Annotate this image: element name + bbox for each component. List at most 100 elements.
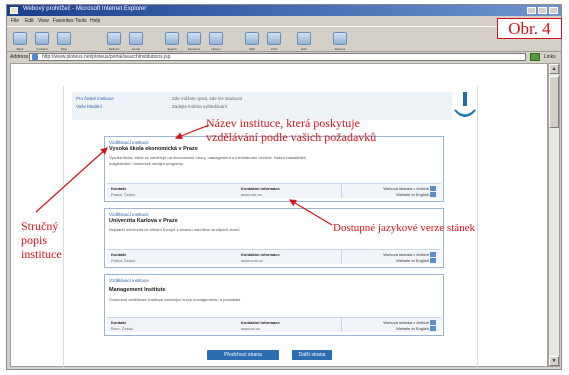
search-label: Search [167,47,177,51]
card-type: Vzdělávací instituce [109,278,149,283]
minimize-icon[interactable] [527,7,536,14]
institution-name[interactable]: Management Institute [109,287,166,293]
header-desc-1: Zde můžete zjistit, kde lze studovat [172,96,243,101]
header-link-institutions[interactable]: Pro české instituce [76,96,114,101]
links-button[interactable]: Links [544,54,556,60]
card-type: Vzdělávací instituce [109,140,149,145]
lang-link-cz[interactable]: Webová stránka v češtině [383,320,429,325]
language-versions: Webová stránka v češtině Website in Engl… [341,318,439,332]
language-versions: Webová stránka v češtině Website in Engl… [341,184,439,198]
toolbar: Back Forward Stop Refresh Home Search Fa… [7,26,561,52]
card-info-row: Kontakt Brno, Česko Kontaktní informace … [107,317,441,332]
search-icon[interactable] [165,32,179,45]
home-icon[interactable] [129,32,143,45]
contact-info-value[interactable]: www.mi.cz [241,326,260,331]
forward-icon[interactable] [35,32,49,45]
contact-value: Praha, Česko [111,192,136,197]
contact-header: Kontakt [111,186,126,191]
vertical-scrollbar[interactable]: ▲ ▼ [548,63,560,367]
flag-cz-icon [430,320,436,325]
scroll-up-icon[interactable]: ▲ [549,64,559,74]
menu-tools[interactable]: Tools [75,18,87,24]
ie-icon [10,7,18,14]
annotation-line: Stručný [21,219,59,233]
institution-name[interactable]: Vysoká škola ekonomická v Praze [109,146,198,152]
contact-info-header: Kontaktní informace [241,320,280,325]
lang-link-en[interactable]: Website in English [396,326,429,331]
flag-cz-icon [430,252,436,257]
annotation-short-description: Stručný popis instituce [21,219,62,261]
home-label: Home [131,47,140,51]
refresh-icon[interactable] [107,32,121,45]
edit-label: Edit [301,47,307,51]
maximize-icon[interactable] [538,7,547,14]
forward-label: Forward [36,47,48,51]
refresh-label: Refresh [108,47,120,51]
stop-icon[interactable] [57,32,71,45]
institution-name[interactable]: Univerzita Karlova v Praze [109,218,178,224]
scroll-down-icon[interactable]: ▼ [549,356,559,366]
discuss-icon[interactable] [333,32,347,45]
window-title: Webový prohlížeč - Microsoft Internet Ex… [23,6,147,12]
favorites-icon[interactable] [187,32,201,45]
contact-info-value[interactable]: www.cuni.cz [241,258,263,263]
institution-description: Soukromá vzdělávací instituce nabízející… [109,297,242,302]
institution-description: Nejstarší univerzita ve střední Evropě s… [109,227,241,232]
next-page-button[interactable]: Další strana [292,350,332,360]
figure-label: Obr. 4 [497,18,562,39]
close-icon[interactable] [549,7,558,14]
menu-favorites[interactable]: Favorites [53,18,74,24]
annotation-institution-name: Název instituce, která poskytuje vzděláv… [206,116,376,144]
go-button[interactable] [530,53,540,61]
address-input[interactable]: http://www.ploteus.net/ploteus/portal/se… [29,53,526,61]
annotation-language-versions: Dostupné jazykové verze stánek [333,222,476,234]
favorites-label: Favorites [187,47,201,51]
flag-en-icon [430,326,436,331]
header-link-search[interactable]: Vaše hledání [76,104,102,109]
menu-bar: File Edit View Favorites Tools Help [7,16,561,26]
discuss-label: Discuss [334,47,346,51]
lang-link-cz[interactable]: Webová stránka v češtině [383,252,429,257]
ploteus-logo-icon [453,92,477,117]
annotation-line: instituce [21,247,62,261]
back-label: Back [16,47,24,51]
flag-en-icon [430,192,436,197]
history-icon[interactable] [209,32,223,45]
history-label: History [211,47,221,51]
institution-card-3: Vzdělávací instituce Management Institut… [104,274,444,336]
previous-page-button[interactable]: Předchozí strana [207,350,279,360]
lang-link-en[interactable]: Website in English [396,192,429,197]
contact-info-header: Kontaktní informace [241,252,280,257]
mail-label: Mail [249,47,255,51]
contact-value: Brno, Česko [111,326,134,331]
print-label: Print [270,47,278,51]
browser-window: Webový prohlížeč - Microsoft Internet Ex… [6,4,562,370]
language-versions: Webová stránka v češtině Website in Engl… [341,250,439,264]
edit-icon[interactable] [297,32,311,45]
page-content: Pro české instituce Vaše hledání Zde můž… [10,63,548,368]
card-type: Vzdělávací instituce [109,212,149,217]
header-desc-2: Zadejte kritéria vyhledávání [172,104,228,109]
mail-icon[interactable] [245,32,259,45]
menu-file[interactable]: File [11,18,19,24]
print-icon[interactable] [267,32,281,45]
annotation-line: Název instituce, která poskytuje [206,116,360,130]
contact-info-value[interactable]: www.vse.cz [241,192,262,197]
lang-link-en[interactable]: Website in English [396,258,429,263]
card-info-row: Kontakt Praha, Česko Kontaktní informace… [107,183,441,198]
institution-description: Vysoká škola, která se zaměřuje na ekono… [109,155,307,166]
annotation-line: vzdělávání podle vašich požadavků [206,130,377,144]
menu-edit[interactable]: Edit [25,18,34,24]
title-bar: Webový prohlížeč - Microsoft Internet Ex… [7,5,561,16]
institution-card-1: Vzdělávací instituce Vysoká škola ekonom… [104,136,444,202]
contact-header: Kontakt [111,320,126,325]
annotation-line: popis [21,233,48,247]
menu-view[interactable]: View [38,18,49,24]
address-bar: Address http://www.ploteus.net/ploteus/p… [7,52,561,62]
institution-card-2: Vzdělávací instituce Univerzita Karlova … [104,208,444,268]
back-icon[interactable] [13,32,27,45]
lang-link-cz[interactable]: Webová stránka v češtině [383,186,429,191]
menu-help[interactable]: Help [90,18,100,24]
page-icon [32,54,38,60]
scroll-thumb[interactable] [549,76,559,128]
